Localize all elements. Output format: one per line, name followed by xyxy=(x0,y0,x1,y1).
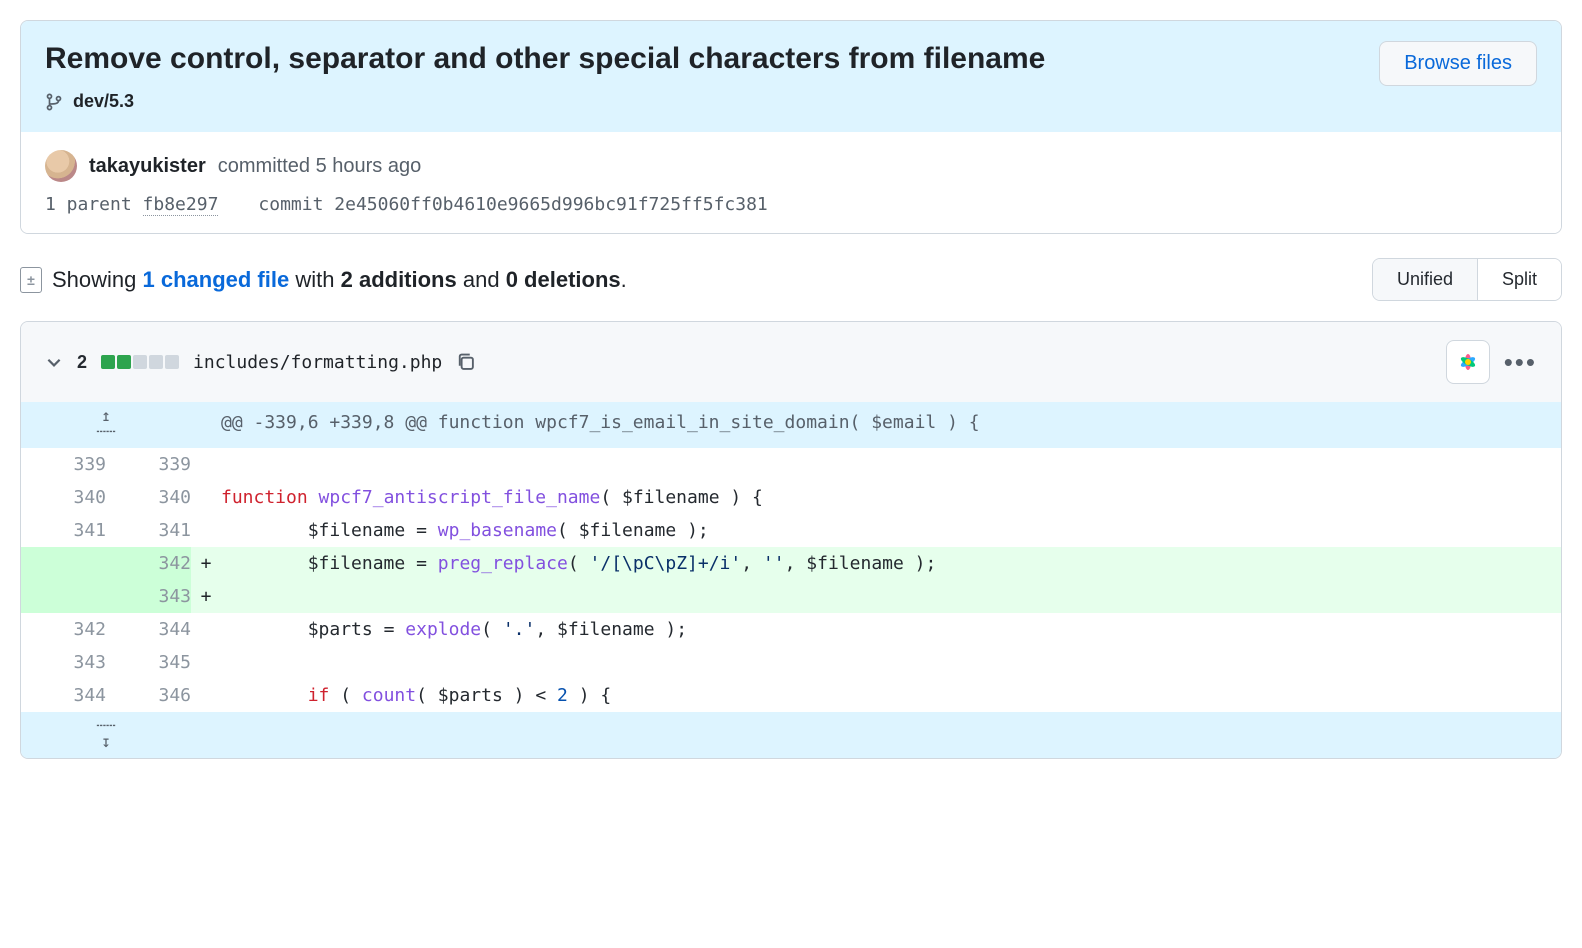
old-line-number[interactable] xyxy=(21,547,106,580)
diff-marker: + xyxy=(191,547,221,580)
diff-marker xyxy=(191,448,221,481)
diff-marker xyxy=(191,613,221,646)
code-cell: $parts = explode( '.', $filename ); xyxy=(221,613,1561,646)
sparkle-icon xyxy=(1456,350,1480,374)
old-line-number[interactable]: 341 xyxy=(21,514,106,547)
diff-stat-blocks xyxy=(101,355,179,369)
kebab-menu-icon[interactable]: ••• xyxy=(1504,349,1537,375)
commit-header: Remove control, separator and other spec… xyxy=(21,21,1561,132)
diff-marker xyxy=(191,514,221,547)
new-line-number[interactable]: 343 xyxy=(106,580,191,613)
split-view-button[interactable]: Split xyxy=(1477,259,1561,300)
code-cell xyxy=(221,646,1561,679)
extension-button[interactable] xyxy=(1446,340,1490,384)
file-path[interactable]: includes/formatting.php xyxy=(193,352,442,373)
unified-view-button[interactable]: Unified xyxy=(1373,259,1477,300)
parent-sha-link[interactable]: fb8e297 xyxy=(143,194,219,216)
additions-count: 2 additions xyxy=(341,267,457,292)
expand-down-icon[interactable]: ┄┄↧ xyxy=(96,718,115,750)
hunk-header: ↥┄┄ @@ -339,6 +339,8 @@ function wpcf7_i… xyxy=(21,402,1561,448)
diff-icon: ± xyxy=(20,267,42,293)
commit-title: Remove control, separator and other spec… xyxy=(45,41,1045,77)
new-line-number[interactable]: 341 xyxy=(106,514,191,547)
code-cell xyxy=(221,580,1561,613)
diff-line: 343345 xyxy=(21,646,1561,679)
old-line-number[interactable] xyxy=(21,580,106,613)
old-line-number[interactable]: 342 xyxy=(21,613,106,646)
chevron-down-icon[interactable] xyxy=(45,353,63,371)
commit-meta: takayukister committed 5 hours ago 1 par… xyxy=(21,132,1561,233)
diff-line: 340340 function wpcf7_antiscript_file_nam… xyxy=(21,481,1561,514)
code-cell: if ( count( $parts ) < 2 ) { xyxy=(221,679,1561,712)
browse-files-button[interactable]: Browse files xyxy=(1379,41,1537,86)
branch-icon xyxy=(45,93,63,111)
old-line-number[interactable]: 340 xyxy=(21,481,106,514)
author-row: takayukister committed 5 hours ago xyxy=(45,150,1537,182)
code-cell: $filename = wp_basename( $filename ); xyxy=(221,514,1561,547)
commit-box: Remove control, separator and other spec… xyxy=(20,20,1562,234)
diff-line: 342+ $filename = preg_replace( '/[\pC\pZ… xyxy=(21,547,1561,580)
old-line-number[interactable]: 343 xyxy=(21,646,106,679)
commit-time: committed 5 hours ago xyxy=(218,155,421,178)
file-diff: 2 includes/formatting.php ••• xyxy=(20,321,1562,759)
changed-files-link[interactable]: 1 changed file xyxy=(143,267,290,292)
new-line-number[interactable]: 344 xyxy=(106,613,191,646)
diff-line: 339339 xyxy=(21,448,1561,481)
code-cell: $filename = preg_replace( '/[\pC\pZ]+/i'… xyxy=(221,547,1561,580)
diff-line: 343+ xyxy=(21,580,1561,613)
new-line-number[interactable]: 339 xyxy=(106,448,191,481)
diff-line: 344346 if ( count( $parts ) < 2 ) { xyxy=(21,679,1561,712)
new-line-number[interactable]: 345 xyxy=(106,646,191,679)
old-line-number[interactable]: 344 xyxy=(21,679,106,712)
branch-name[interactable]: dev/5.3 xyxy=(73,91,134,112)
diff-view-toggle: Unified Split xyxy=(1372,258,1562,301)
deletions-count: 0 deletions xyxy=(506,267,621,292)
diff-table: ↥┄┄ @@ -339,6 +339,8 @@ function wpcf7_i… xyxy=(21,402,1561,758)
code-cell: function wpcf7_antiscript_file_name( $fi… xyxy=(221,481,1561,514)
new-line-number[interactable]: 346 xyxy=(106,679,191,712)
sha-row: 1 parent fb8e297 commit 2e45060ff0b4610e… xyxy=(45,194,1537,215)
diff-marker xyxy=(191,646,221,679)
diff-marker: + xyxy=(191,580,221,613)
new-line-number[interactable]: 340 xyxy=(106,481,191,514)
hunk-footer: ┄┄↧ xyxy=(21,712,1561,758)
diff-line: 342344 $parts = explode( '.', $filename … xyxy=(21,613,1561,646)
diff-marker xyxy=(191,481,221,514)
new-line-number[interactable]: 342 xyxy=(106,547,191,580)
copy-icon[interactable] xyxy=(456,352,476,372)
diffstat-text: ± Showing 1 changed file with 2 addition… xyxy=(20,267,627,293)
branch-row: dev/5.3 xyxy=(45,91,1045,112)
commit-title-block: Remove control, separator and other spec… xyxy=(45,41,1045,112)
file-header: 2 includes/formatting.php ••• xyxy=(21,322,1561,402)
parent-sha: 1 parent fb8e297 xyxy=(45,194,218,215)
code-cell xyxy=(221,448,1561,481)
old-line-number[interactable]: 339 xyxy=(21,448,106,481)
diff-line: 341341 $filename = wp_basename( $filenam… xyxy=(21,514,1561,547)
expand-up-icon[interactable]: ↥┄┄ xyxy=(96,408,115,440)
author-link[interactable]: takayukister xyxy=(89,155,206,178)
diff-marker xyxy=(191,679,221,712)
file-change-count: 2 xyxy=(77,352,87,373)
avatar[interactable] xyxy=(45,150,77,182)
diffstat-bar: ± Showing 1 changed file with 2 addition… xyxy=(20,258,1562,301)
commit-sha: commit 2e45060ff0b4610e9665d996bc91f725f… xyxy=(258,194,767,215)
